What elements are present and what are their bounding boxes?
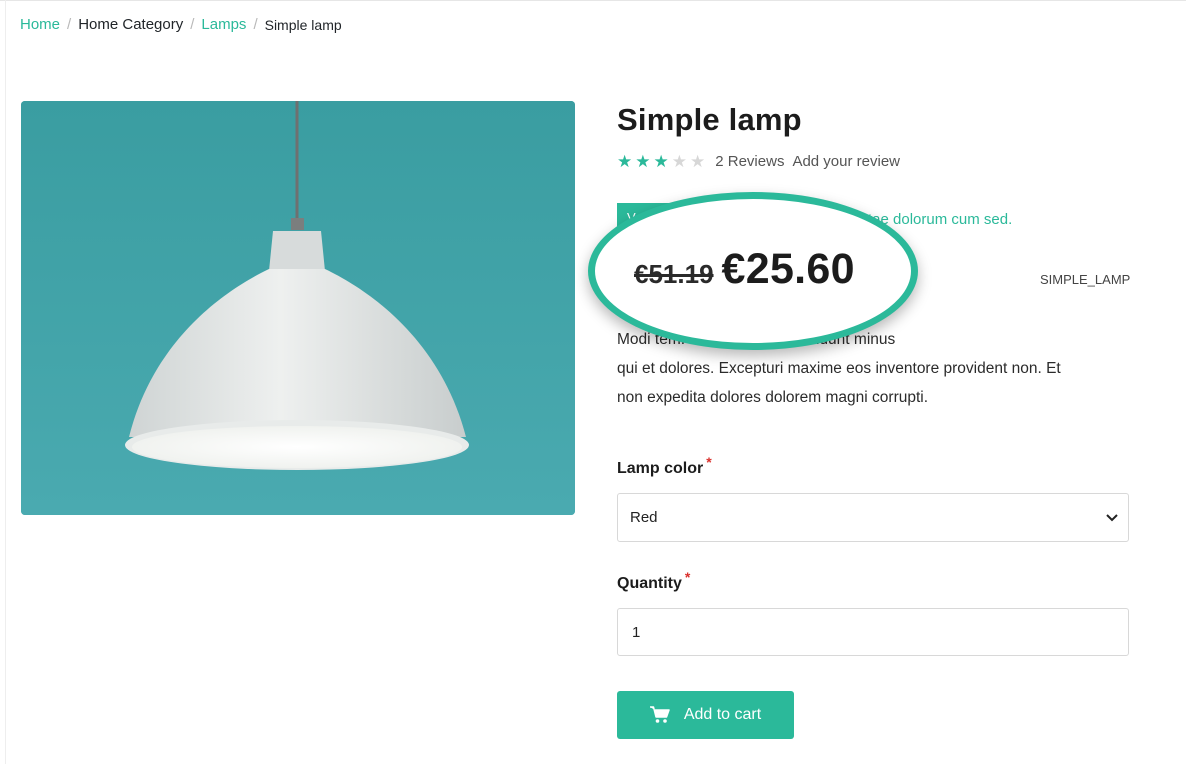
star-icon: ★ <box>671 152 687 171</box>
product-title: Simple lamp <box>617 102 802 137</box>
breadcrumb-current: Simple lamp <box>264 16 342 33</box>
breadcrumb-category[interactable]: Home Category <box>78 16 183 33</box>
lamp-color-value: Red <box>630 509 658 526</box>
product-rating: ★ ★ ★ ★ ★ 2 Reviews Add your review <box>617 153 900 170</box>
chevron-down-icon <box>1106 511 1118 525</box>
star-icon: ★ <box>635 152 651 171</box>
promo-text: tae dolorum cum sed. <box>868 211 1013 228</box>
required-mark: * <box>706 454 712 470</box>
quantity-value: 1 <box>632 623 641 641</box>
description-line: qui et dolores. Excepturi maxime eos inv… <box>617 360 1061 377</box>
lamp-color-select[interactable]: Red <box>617 493 1129 542</box>
breadcrumb: Home / Home Category / Lamps / Simple la… <box>20 16 342 33</box>
lamp-color-label-text: Lamp color <box>617 460 704 477</box>
left-divider <box>5 0 6 764</box>
reviews-link[interactable]: 2 Reviews <box>715 153 784 170</box>
required-mark: * <box>684 569 691 585</box>
lamp-color-label: Lamp color * <box>617 454 712 478</box>
top-divider <box>0 0 1186 1</box>
quantity-input[interactable]: 1 <box>617 608 1129 656</box>
breadcrumb-separator: / <box>67 16 72 33</box>
product-image[interactable] <box>21 101 575 515</box>
rating-stars: ★ ★ ★ ★ ★ <box>617 153 705 170</box>
breadcrumb-separator: / <box>190 16 195 33</box>
quantity-label-text: Quantity <box>617 575 682 592</box>
breadcrumb-lamps[interactable]: Lamps <box>201 16 246 33</box>
new-price: €25.60 <box>721 245 855 293</box>
lamp-illustration <box>21 101 575 515</box>
price-box: €51.19 €25.60 <box>634 245 855 294</box>
breadcrumb-home[interactable]: Home <box>20 16 60 33</box>
breadcrumb-separator: / <box>253 16 258 33</box>
add-review-link[interactable]: Add your review <box>792 153 900 170</box>
description-line: non expedita dolores dolorem magni corru… <box>617 389 929 406</box>
old-price: €51.19 <box>634 259 714 289</box>
star-icon: ★ <box>617 152 633 171</box>
star-icon: ★ <box>690 152 706 171</box>
add-to-cart-button[interactable]: Add to cart <box>617 691 794 739</box>
quantity-label: Quantity * <box>617 569 690 593</box>
star-icon: ★ <box>653 152 669 171</box>
cart-icon <box>649 706 670 724</box>
product-sku: SIMPLE_LAMP <box>1040 272 1131 287</box>
add-to-cart-label: Add to cart <box>683 706 762 723</box>
product-page: Home / Home Category / Lamps / Simple la… <box>0 0 1186 764</box>
